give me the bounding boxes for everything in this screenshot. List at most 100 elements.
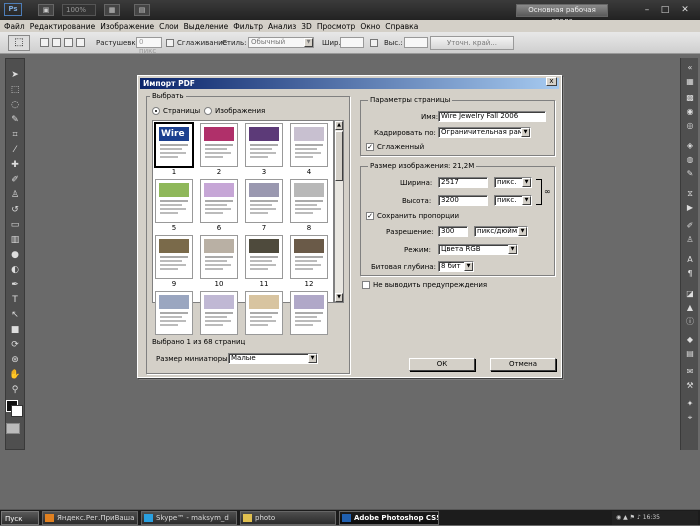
character-panel-icon[interactable]: A (683, 254, 697, 266)
close-icon[interactable]: ✕ (678, 4, 692, 16)
quick-mask-icon[interactable] (6, 423, 20, 434)
menu-select[interactable]: Выделение (184, 22, 229, 31)
background-color-swatch[interactable] (11, 405, 23, 417)
clone-stamp-tool-icon[interactable]: ♙ (8, 189, 22, 201)
pages-radio[interactable] (152, 107, 160, 115)
add-selection-icon[interactable] (52, 38, 61, 47)
menu-file[interactable]: Файл (4, 22, 25, 31)
gradient-tool-icon[interactable]: ▥ (8, 234, 22, 246)
3d-orbit-tool-icon[interactable]: ⊛ (8, 354, 22, 366)
healing-tool-icon[interactable]: ✚ (8, 159, 22, 171)
crop-tool-icon[interactable]: ⌗ (8, 129, 22, 141)
lasso-tool-icon[interactable]: ◌ (8, 99, 22, 111)
dodge-tool-icon[interactable]: ◐ (8, 264, 22, 276)
3d-panel-icon[interactable]: ◆ (683, 334, 697, 346)
page-thumbnail[interactable] (245, 291, 283, 335)
layers-panel-icon[interactable]: ◈ (683, 140, 697, 152)
menu-3d[interactable]: 3D (301, 22, 312, 31)
workspace-switcher-button[interactable]: Основная рабочая среда (516, 4, 608, 25)
mode-select[interactable]: Цвета RGB ▼ (438, 244, 518, 255)
page-thumbnail[interactable] (155, 179, 193, 223)
constrain-proportions-checkbox[interactable]: ✓ (366, 212, 374, 220)
page-thumbnail[interactable] (200, 291, 238, 335)
crop-to-select[interactable]: Ограничительная рамка ▼ (438, 127, 531, 138)
taskbar-item-photoshop[interactable]: Adobe Photoshop CS5... (339, 511, 439, 525)
style-select[interactable]: Обычный ▼ (248, 37, 314, 48)
page-thumbnail[interactable] (200, 235, 238, 279)
zoom-level-field[interactable]: 100% (62, 4, 96, 16)
history-panel-icon[interactable]: ⧖ (683, 188, 697, 200)
page-thumbnail[interactable] (155, 235, 193, 279)
height-input[interactable]: 3200 (438, 195, 488, 206)
navigator-panel-icon[interactable]: ◪ (683, 288, 697, 300)
ok-button[interactable]: ОК (409, 358, 475, 371)
move-tool-icon[interactable]: ➤ (8, 69, 22, 81)
type-tool-icon[interactable]: T (8, 294, 22, 306)
actions-panel-icon[interactable]: ▶ (683, 202, 697, 214)
3d-rotate-tool-icon[interactable]: ⟳ (8, 339, 22, 351)
styles-panel-icon[interactable]: ✦ (683, 398, 697, 410)
swatches-panel-icon[interactable]: ▩ (683, 92, 697, 104)
menu-window[interactable]: Окно (360, 22, 380, 31)
info-panel-icon[interactable]: ⓘ (683, 316, 697, 328)
page-thumbnail[interactable] (290, 291, 328, 335)
menu-edit[interactable]: Редактирование (30, 22, 95, 31)
adjustments-panel-icon[interactable]: ◉ (683, 106, 697, 118)
color-panel-icon[interactable]: ▦ (683, 76, 697, 88)
intersect-selection-icon[interactable] (76, 38, 85, 47)
page-thumbnail[interactable] (290, 123, 328, 167)
subtract-selection-icon[interactable] (64, 38, 73, 47)
width-input[interactable] (340, 37, 364, 48)
scroll-down-icon[interactable]: ▼ (335, 293, 343, 302)
page-thumbnail[interactable] (155, 291, 193, 335)
antialiased-checkbox[interactable]: ✓ (366, 143, 374, 151)
swap-dimensions-icon[interactable] (370, 39, 378, 47)
page-thumbnail[interactable] (245, 179, 283, 223)
paths-panel-icon[interactable]: ✎ (683, 168, 697, 180)
histogram-panel-icon[interactable]: ▲ (683, 302, 697, 314)
taskbar-item-browser[interactable]: Яндекс.Рег.ПриВаша - ... (42, 511, 138, 525)
page-thumbnail[interactable] (200, 123, 238, 167)
quick-select-tool-icon[interactable]: ✎ (8, 114, 22, 126)
shape-tool-icon[interactable]: ■ (8, 324, 22, 336)
name-input[interactable]: Wire Jewelry Fall 2006 (438, 111, 546, 122)
page-thumbnail[interactable]: Wire (154, 122, 194, 168)
thumbnail-scrollbar[interactable]: ▲ ▼ (334, 120, 344, 303)
paragraph-panel-icon[interactable]: ¶ (683, 268, 697, 280)
minimize-icon[interactable]: – (640, 4, 654, 16)
tool-presets-panel-icon[interactable]: ⚒ (683, 380, 697, 392)
brushes-panel-icon[interactable]: ✐ (683, 220, 697, 232)
taskbar-item-folder[interactable]: photo (240, 511, 336, 525)
marquee-tool-icon[interactable]: ⬚ (8, 84, 22, 96)
path-select-tool-icon[interactable]: ↖ (8, 309, 22, 321)
height-input[interactable] (404, 37, 428, 48)
page-thumbnail[interactable] (245, 235, 283, 279)
page-thumbnail[interactable] (245, 123, 283, 167)
height-unit-select[interactable]: пикс. ▼ (494, 195, 532, 206)
arrange-documents-icon[interactable]: ▦ (104, 4, 120, 16)
feather-input[interactable]: 0 пикс (136, 37, 162, 55)
menu-help[interactable]: Справка (385, 22, 418, 31)
panel-collapse-icon[interactable]: « (683, 62, 697, 74)
menu-view[interactable]: Просмотр (317, 22, 356, 31)
bit-depth-select[interactable]: 8 бит ▼ (438, 261, 474, 272)
cancel-button[interactable]: Отмена (490, 358, 556, 371)
brush-tool-icon[interactable]: ✐ (8, 174, 22, 186)
notes-panel-icon[interactable]: ✉ (683, 366, 697, 378)
width-input[interactable]: 2517 (438, 177, 488, 188)
menu-analysis[interactable]: Анализ (268, 22, 296, 31)
zoom-tool-icon[interactable]: ⚲ (8, 384, 22, 396)
history-brush-tool-icon[interactable]: ↺ (8, 204, 22, 216)
width-unit-select[interactable]: пикс. ▼ (494, 177, 532, 188)
channels-panel-icon[interactable]: ◍ (683, 154, 697, 166)
start-button[interactable]: Пуск (1, 511, 39, 525)
dialog-close-button[interactable]: x (546, 77, 557, 86)
menu-layers[interactable]: Слои (159, 22, 179, 31)
tool-preset-picker[interactable]: ⬚ (8, 35, 30, 51)
page-thumbnail[interactable] (290, 235, 328, 279)
eyedropper-tool-icon[interactable]: ⁄ (8, 144, 22, 156)
screen-mode-icon[interactable]: ▤ (134, 4, 150, 16)
pen-tool-icon[interactable]: ✒ (8, 279, 22, 291)
page-thumbnail[interactable] (200, 179, 238, 223)
antialias-checkbox[interactable] (166, 39, 174, 47)
